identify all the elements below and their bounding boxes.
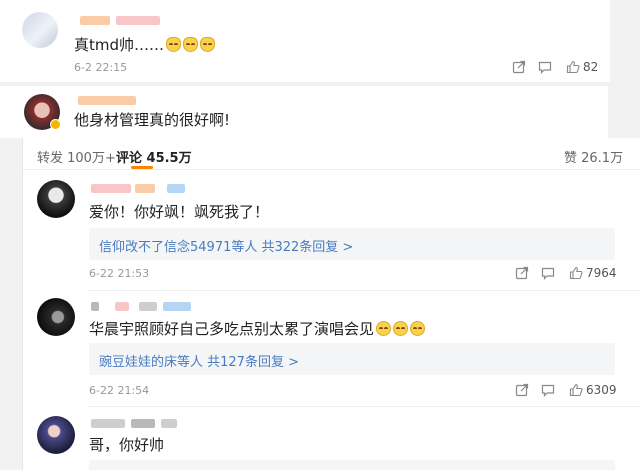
avatar[interactable]	[37, 298, 75, 336]
comment-text: 真tmd帅……	[74, 34, 216, 55]
reply-summary-link[interactable]: 信仰改不了信念54971等人 共322条回复 >	[99, 236, 353, 255]
reply-summary[interactable]	[89, 460, 615, 470]
divider	[89, 406, 640, 407]
comment-text: 他身材管理真的很好啊!	[74, 111, 231, 129]
username-blurred[interactable]	[78, 96, 136, 105]
tab-comment[interactable]: 评论 45.5万	[116, 147, 192, 166]
avatar[interactable]	[22, 12, 58, 48]
avatar[interactable]	[37, 180, 75, 218]
comment-timestamp: 6-22 21:53	[89, 267, 150, 280]
like-count: 7964	[586, 266, 617, 280]
comment-text: 华晨宇照顾好自己多吃点别太累了演唱会见	[89, 318, 426, 339]
like-count: 6309	[586, 383, 617, 397]
username-blurred[interactable]	[91, 419, 125, 428]
avatar[interactable]	[37, 416, 75, 454]
smile-emoji-icon	[376, 321, 392, 336]
share-icon[interactable]	[512, 60, 526, 74]
tab-like[interactable]: 赞 26.1万	[564, 147, 623, 166]
share-icon[interactable]	[515, 266, 529, 280]
reply-summary-link[interactable]: 豌豆娃娃的床等人 共127条回复 >	[99, 351, 299, 370]
tab-bar: 转发 100万+ 评论 45.5万 赞 26.1万	[23, 138, 640, 170]
comment-card-middle: 他身材管理真的很好啊!	[0, 86, 608, 138]
like-icon[interactable]	[569, 383, 583, 397]
comment-timestamp: 6-22 21:54	[89, 384, 150, 397]
comment-icon[interactable]	[541, 266, 555, 280]
smile-emoji-icon	[393, 321, 409, 336]
username-blurred[interactable]	[163, 302, 191, 311]
verified-badge-icon	[50, 119, 61, 130]
comment-text-content: 华晨宇照顾好自己多吃点别太累了演唱会见	[89, 320, 375, 338]
reply-summary[interactable]: 信仰改不了信念54971等人 共322条回复 >	[89, 228, 615, 260]
username-blurred[interactable]	[91, 184, 131, 193]
username-blurred[interactable]	[135, 184, 155, 193]
comment-card-top: 真tmd帅…… 6-2 22:15 82	[0, 0, 610, 82]
comment-text-content: 真tmd帅……	[74, 36, 165, 54]
comment-text: 哥，你好帅	[89, 436, 165, 454]
username-blurred[interactable]	[116, 16, 160, 25]
comment-timestamp: 6-2 22:15	[74, 61, 128, 74]
comment-icon[interactable]	[541, 383, 555, 397]
reply-summary[interactable]: 豌豆娃娃的床等人 共127条回复 >	[89, 343, 615, 375]
smile-emoji-icon	[410, 321, 426, 336]
comment-icon[interactable]	[538, 60, 552, 74]
like-icon[interactable]	[566, 60, 580, 74]
username-blurred[interactable]	[91, 302, 99, 311]
username-blurred[interactable]	[167, 184, 185, 193]
tab-repost[interactable]: 转发 100万+	[37, 147, 116, 166]
comment-panel: 转发 100万+ 评论 45.5万 赞 26.1万 爱你！你好飒！飒死我了！ 信…	[22, 138, 640, 470]
comment-text: 爱你！你好飒！飒死我了！	[89, 203, 270, 221]
like-icon[interactable]	[569, 266, 583, 280]
username-blurred[interactable]	[115, 302, 129, 311]
active-tab-indicator	[131, 166, 153, 169]
username-blurred[interactable]	[131, 419, 155, 428]
username-blurred[interactable]	[80, 16, 110, 25]
crying-emoji-icon	[200, 37, 216, 52]
username-blurred[interactable]	[161, 419, 177, 428]
username-blurred[interactable]	[139, 302, 157, 311]
crying-emoji-icon	[166, 37, 182, 52]
like-count: 82	[583, 60, 599, 74]
divider	[89, 290, 640, 291]
share-icon[interactable]	[515, 383, 529, 397]
crying-emoji-icon	[183, 37, 199, 52]
